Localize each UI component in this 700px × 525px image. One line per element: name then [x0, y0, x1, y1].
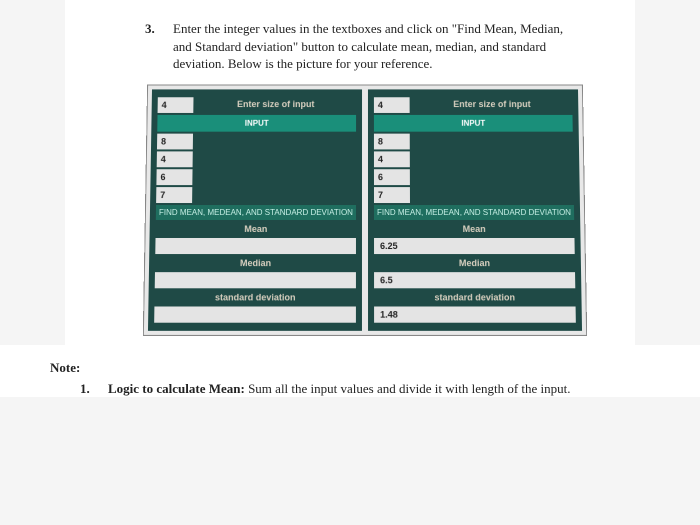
- find-button[interactable]: FIND MEAN, MEDEAN, AND STANDARD DEVIATIO…: [374, 205, 574, 220]
- median-output: 6.5: [374, 272, 575, 288]
- median-label: Median: [155, 256, 356, 270]
- instruction-number: 3.: [145, 20, 163, 73]
- size-label: Enter size of input: [195, 97, 356, 113]
- find-button[interactable]: FIND MEAN, MEDEAN, AND STANDARD DEVIATIO…: [156, 205, 356, 220]
- value-input[interactable]: 6: [156, 169, 192, 185]
- instruction-text: Enter the integer values in the textboxe…: [173, 20, 585, 73]
- size-input[interactable]: 4: [158, 97, 194, 113]
- input-header: INPUT: [374, 115, 573, 132]
- note-text: Logic to calculate Mean: Sum all the inp…: [108, 380, 571, 398]
- size-label: Enter size of input: [412, 97, 573, 113]
- value-input[interactable]: 4: [157, 151, 193, 167]
- stddev-output: [154, 306, 356, 322]
- value-input[interactable]: 7: [374, 187, 410, 203]
- note-bold: Logic to calculate Mean:: [108, 381, 245, 396]
- mean-label: Mean: [156, 222, 356, 236]
- panel-before: 4 Enter size of input INPUT 8 4 6 7 FIND…: [148, 89, 362, 330]
- panel-after: 4 Enter size of input INPUT 8 4 6 7 FIND…: [368, 89, 582, 330]
- median-output: [155, 272, 356, 288]
- note-title: Note:: [50, 360, 650, 376]
- value-input[interactable]: 7: [156, 187, 192, 203]
- value-input[interactable]: 4: [374, 151, 410, 167]
- stddev-label: standard deviation: [154, 290, 355, 304]
- value-input[interactable]: 8: [374, 133, 410, 149]
- input-header: INPUT: [157, 115, 356, 132]
- mean-label: Mean: [374, 222, 574, 236]
- value-input[interactable]: 6: [374, 169, 410, 185]
- note-section: Note: 1. Logic to calculate Mean: Sum al…: [0, 345, 700, 398]
- instruction-item: 3. Enter the integer values in the textb…: [145, 20, 585, 73]
- note-number: 1.: [80, 380, 98, 398]
- mean-output: 6.25: [374, 238, 575, 254]
- size-input[interactable]: 4: [374, 97, 410, 113]
- median-label: Median: [374, 256, 575, 270]
- mean-output: [155, 238, 356, 254]
- stddev-label: standard deviation: [374, 290, 575, 304]
- value-input[interactable]: 8: [157, 133, 193, 149]
- note-item: 1. Logic to calculate Mean: Sum all the …: [50, 380, 650, 398]
- stddev-output: 1.48: [374, 306, 576, 322]
- note-rest: Sum all the input values and divide it w…: [245, 381, 571, 396]
- reference-screenshots: 4 Enter size of input INPUT 8 4 6 7 FIND…: [143, 84, 587, 335]
